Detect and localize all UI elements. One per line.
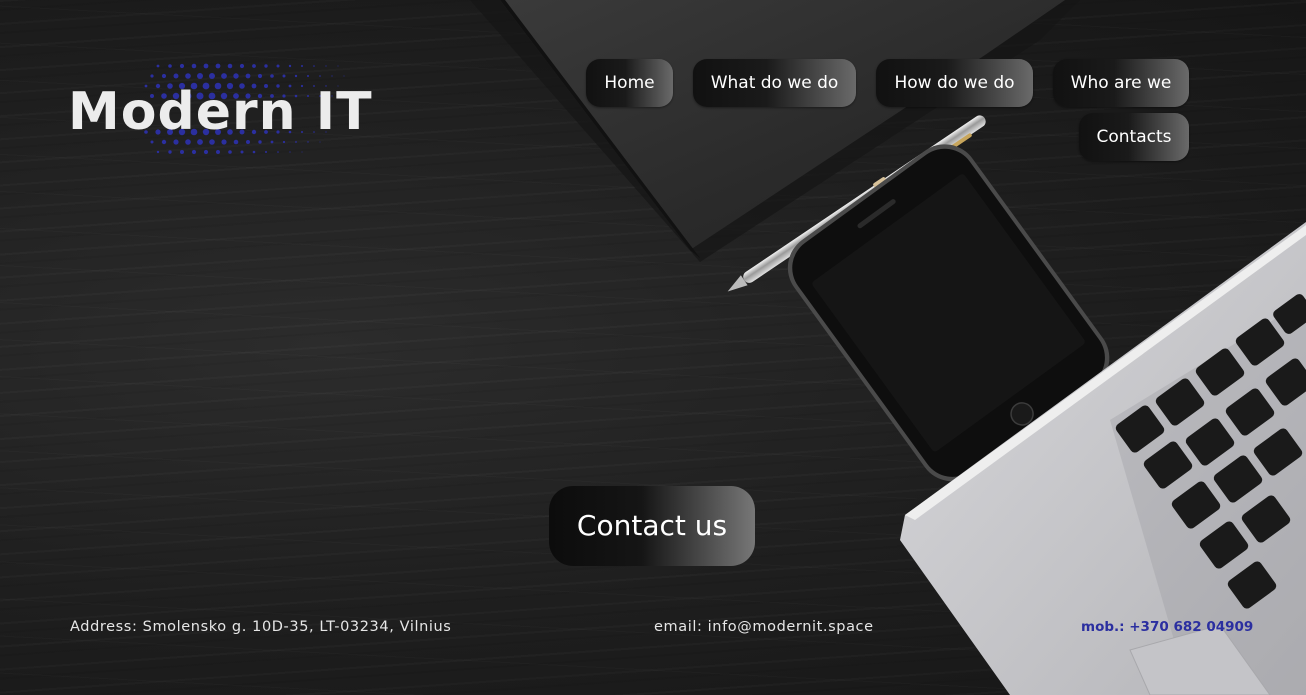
- logo-wordmark: Modern IT: [68, 82, 373, 142]
- logo[interactable]: Modern IT: [68, 62, 373, 158]
- footer-address: Address: Smolensko g. 10D-35, LT-03234, …: [70, 619, 452, 635]
- nav-what-do-we-do-button[interactable]: What do we do: [693, 59, 856, 107]
- mobile-number: +370 682 04909: [1129, 619, 1254, 635]
- nav-home-button[interactable]: Home: [586, 59, 673, 107]
- footer-email-link[interactable]: email: info@modernit.space: [654, 618, 874, 636]
- footer-mobile-link[interactable]: mob.: +370 682 04909: [1081, 618, 1253, 636]
- contact-us-button[interactable]: Contact us: [549, 486, 755, 566]
- nav-how-do-we-do-button[interactable]: How do we do: [876, 59, 1033, 107]
- mobile-label: mob.:: [1081, 619, 1125, 635]
- nav-who-are-we-button[interactable]: Who are we: [1053, 59, 1189, 107]
- hero-background: Modern IT Home What do we do How do we d…: [0, 0, 1306, 695]
- nav-contacts-button[interactable]: Contacts: [1079, 113, 1189, 161]
